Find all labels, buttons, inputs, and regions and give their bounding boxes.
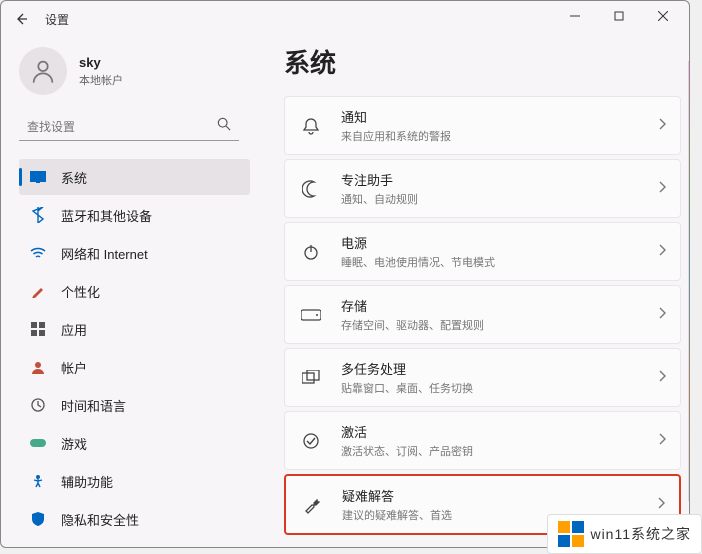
troubleshoot-icon [300,493,324,517]
close-icon [658,11,668,21]
avatar-icon [29,57,57,85]
sidebar-item-personalize[interactable]: 个性化 [19,273,250,309]
maximize-icon [614,11,624,21]
search-icon [217,117,231,136]
brand-text: win11系统之家 [590,524,691,544]
card-subtitle: 存储空间、驱动器、配置规则 [341,317,658,333]
card-title: 疑难解答 [342,486,657,505]
back-button[interactable] [9,7,33,31]
privacy-icon [29,510,47,528]
window-title: 设置 [45,11,69,28]
chevron-right-icon [658,369,666,387]
close-button[interactable] [641,1,685,31]
sidebar-item-account[interactable]: 帐户 [19,349,250,385]
sidebar-item-label: 网络和 Internet [61,244,148,263]
card-title: 激活 [341,422,658,441]
apps-icon [29,320,47,338]
card-focus-assist[interactable]: 专注助手通知、自动规则 [284,159,681,218]
sidebar-item-accessibility[interactable]: 辅助功能 [19,463,250,499]
user-profile[interactable]: sky 本地帐户 [19,47,250,95]
sidebar-item-apps[interactable]: 应用 [19,311,250,347]
card-activation[interactable]: 激活激活状态、订阅、产品密钥 [284,411,681,470]
multitask-icon [299,366,323,390]
power-icon [299,240,323,264]
sidebar-item-privacy[interactable]: 隐私和安全性 [19,501,250,537]
page-title: 系统 [284,43,681,80]
sidebar-item-update[interactable]: Windows 更新 [19,539,250,548]
card-title: 专注助手 [341,170,658,189]
sidebar-item-label: 时间和语言 [61,396,126,415]
bell-icon [299,114,323,138]
card-subtitle: 睡眠、电池使用情况、节电模式 [341,254,658,270]
card-notifications[interactable]: 通知来自应用和系统的警报 [284,96,681,155]
chevron-right-icon [657,496,665,514]
avatar [19,47,67,95]
wifi-icon [29,244,47,262]
sidebar-item-label: 隐私和安全性 [61,510,139,529]
sidebar-item-label: 应用 [61,320,87,339]
chevron-right-icon [658,243,666,261]
nav: 系统 蓝牙和其他设备 网络和 Internet 个性化 应用 [19,159,250,548]
activation-icon [299,429,323,453]
chevron-right-icon [658,432,666,450]
chevron-right-icon [658,180,666,198]
sidebar-item-label: 系统 [61,168,87,187]
brand-logo-icon [558,521,584,547]
card-title: 多任务处理 [341,359,658,378]
sidebar: sky 本地帐户 系统 蓝牙和其他设备 网络和 I [1,37,256,547]
user-type: 本地帐户 [79,72,123,88]
sidebar-item-gaming[interactable]: 游戏 [19,425,250,461]
card-subtitle: 激活状态、订阅、产品密钥 [341,443,658,459]
moon-icon [299,177,323,201]
minimize-icon [570,11,580,21]
accessibility-icon [29,472,47,490]
sidebar-item-label: Windows 更新 [61,548,143,549]
chevron-right-icon [658,306,666,324]
system-icon [29,168,47,186]
back-arrow-icon [14,12,28,26]
bluetooth-icon [29,206,47,224]
search-box[interactable] [19,113,239,141]
storage-icon [299,303,323,327]
card-subtitle: 来自应用和系统的警报 [341,128,658,144]
user-name: sky [79,55,123,70]
sidebar-item-label: 游戏 [61,434,87,453]
card-storage[interactable]: 存储存储空间、驱动器、配置规则 [284,285,681,344]
card-title: 存储 [341,296,658,315]
account-icon [29,358,47,376]
chevron-right-icon [658,117,666,135]
maximize-button[interactable] [597,1,641,31]
side-strip [688,61,690,501]
card-subtitle: 通知、自动规则 [341,191,658,207]
gaming-icon [29,434,47,452]
brand-bar: win11系统之家 [547,514,702,554]
time-icon [29,396,47,414]
main-panel: 系统 通知来自应用和系统的警报 专注助手通知、自动规则 电源睡眠、电池使用情况、… [256,37,689,547]
sidebar-item-label: 个性化 [61,282,100,301]
sidebar-item-system[interactable]: 系统 [19,159,250,195]
sidebar-item-bluetooth[interactable]: 蓝牙和其他设备 [19,197,250,233]
card-power[interactable]: 电源睡眠、电池使用情况、节电模式 [284,222,681,281]
sidebar-item-network[interactable]: 网络和 Internet [19,235,250,271]
minimize-button[interactable] [553,1,597,31]
card-title: 通知 [341,107,658,126]
personalize-icon [29,282,47,300]
sidebar-item-label: 辅助功能 [61,472,113,491]
card-list: 通知来自应用和系统的警报 专注助手通知、自动规则 电源睡眠、电池使用情况、节电模… [284,96,681,535]
sidebar-item-time[interactable]: 时间和语言 [19,387,250,423]
card-multitask[interactable]: 多任务处理贴靠窗口、桌面、任务切换 [284,348,681,407]
card-subtitle: 贴靠窗口、桌面、任务切换 [341,380,658,396]
search-input[interactable] [27,120,217,134]
sidebar-item-label: 蓝牙和其他设备 [61,206,152,225]
titlebar: 设置 [1,1,689,37]
card-title: 电源 [341,233,658,252]
sidebar-item-label: 帐户 [61,358,87,377]
